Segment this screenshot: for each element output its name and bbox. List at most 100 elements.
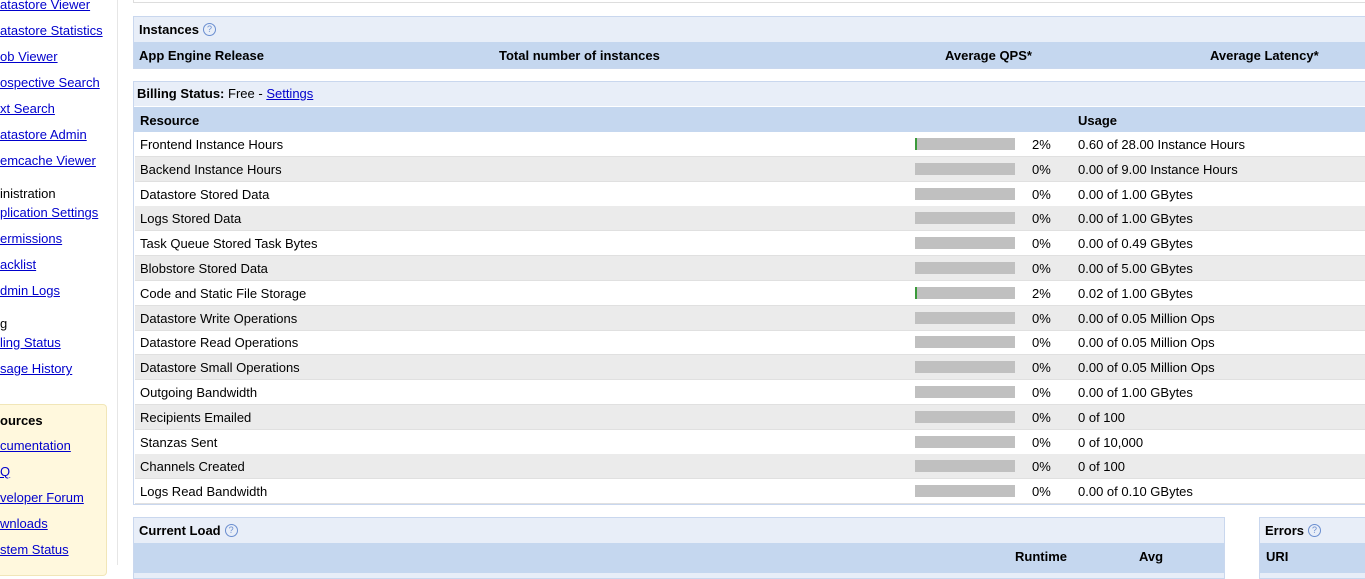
sidebar-link-prospective-search[interactable]: ospective Search (0, 75, 100, 90)
billing-row: Backend Instance Hours 0% 0.00 of 9.00 I… (135, 156, 1365, 182)
resource-name: Channels Created (140, 459, 245, 475)
usage-percent: 0% (1032, 161, 1051, 177)
resource-name: Datastore Write Operations (140, 310, 298, 326)
usage-percent: 0% (1032, 211, 1051, 227)
billing-row: Blobstore Stored Data 0% 0.00 of 5.00 GB… (135, 256, 1365, 281)
sidebar-link-blacklist[interactable]: acklist (0, 257, 36, 272)
resource-name: Logs Read Bandwidth (140, 484, 268, 500)
sidebar-link-billing-status[interactable]: ling Status (0, 335, 61, 350)
sidebar-link-application-settings[interactable]: plication Settings (0, 205, 98, 220)
resource-name: Task Queue Stored Task Bytes (140, 236, 318, 252)
sidebar-link-datastore-viewer[interactable]: atastore Viewer (0, 0, 90, 12)
resources-heading: ources (0, 413, 43, 428)
current-load-header-row: Runtime Avg (134, 543, 1224, 573)
sidebar: atastore Viewer atastore Statistics ob V… (0, 0, 118, 576)
resource-name: Backend Instance Hours (140, 161, 282, 177)
instances-panel: Instances? App Engine Release Total numb… (133, 16, 1365, 69)
usage-value: 0 of 100 (1078, 409, 1125, 425)
sidebar-link-datastore-admin[interactable]: atastore Admin (0, 127, 87, 142)
billing-row: Datastore Stored Data 0% 0.00 of 1.00 GB… (135, 182, 1365, 207)
usage-percent: 0% (1032, 434, 1051, 450)
sidebar-heading-billing: g (0, 316, 8, 331)
sidebar-link-system-status[interactable]: stem Status (0, 542, 69, 557)
sidebar-link-memcache-viewer[interactable]: emcache Viewer (0, 153, 96, 168)
sidebar-link-developer-forum[interactable]: veloper Forum (0, 490, 84, 505)
billing-row: Code and Static File Storage 2% 0.02 of … (135, 281, 1365, 306)
sidebar-link-documentation[interactable]: cumentation (0, 438, 71, 453)
resource-name: Code and Static File Storage (140, 285, 307, 301)
usage-percent: 0% (1032, 186, 1051, 202)
usage-value: 0.00 of 1.00 GBytes (1078, 186, 1193, 202)
resource-name: Datastore Stored Data (140, 186, 270, 202)
usage-value: 0.00 of 0.10 GBytes (1078, 484, 1193, 500)
usage-value: 0.60 of 28.00 Instance Hours (1078, 137, 1245, 152)
usage-value: 0.00 of 0.05 Million Ops (1078, 360, 1215, 376)
current-load-panel: Current Load? Runtime Avg (133, 517, 1225, 579)
billing-row: Recipients Emailed 0% 0 of 100 (135, 404, 1365, 430)
billing-status-label: Billing Status: (137, 86, 225, 101)
col-uri: URI (1266, 549, 1289, 564)
billing-row: Logs Read Bandwidth 0% 0.00 of 0.10 GByt… (135, 479, 1365, 505)
usage-bar (915, 386, 1015, 398)
usage-bar (915, 138, 1015, 150)
help-icon[interactable]: ? (224, 524, 238, 537)
current-load-title-text: Current Load (139, 523, 221, 538)
resource-name: Frontend Instance Hours (140, 137, 284, 152)
errors-header-row: URI (1260, 543, 1365, 573)
usage-bar (915, 485, 1015, 498)
sidebar-link-usage-history[interactable]: sage History (0, 361, 72, 376)
usage-value: 0.00 of 1.00 GBytes (1078, 211, 1193, 227)
usage-value: 0 of 100 (1078, 459, 1125, 475)
usage-bar (915, 460, 1015, 473)
col-average-latency: Average Latency* (1210, 48, 1319, 63)
resource-name: Logs Stored Data (140, 211, 242, 227)
usage-bar-fill (915, 286, 917, 299)
col-app-engine-release: App Engine Release (139, 48, 264, 63)
sidebar-link-job-viewer[interactable]: ob Viewer (0, 49, 58, 64)
resource-name: Blobstore Stored Data (140, 261, 268, 276)
usage-bar (915, 435, 1015, 448)
usage-bar (915, 262, 1015, 274)
usage-percent: 0% (1032, 484, 1051, 500)
usage-bar (915, 361, 1015, 374)
billing-settings-link[interactable]: Settings (266, 86, 313, 101)
sidebar-link-permissions[interactable]: ermissions (0, 231, 62, 246)
billing-row: Datastore Write Operations 0% 0.00 of 0.… (135, 305, 1365, 331)
billing-row: Outgoing Bandwidth 0% 0.00 of 1.00 GByte… (135, 380, 1365, 405)
usage-bar-fill (915, 138, 917, 150)
sidebar-link-datastore-statistics[interactable]: atastore Statistics (0, 23, 103, 38)
instances-header-row: App Engine Release Total number of insta… (134, 42, 1365, 68)
help-icon[interactable]: ? (202, 23, 216, 36)
usage-bar (915, 286, 1015, 299)
col-average-qps: Average QPS* (945, 48, 1032, 63)
usage-bar (915, 311, 1015, 324)
resource-name: Datastore Small Operations (140, 360, 300, 376)
sidebar-link-downloads[interactable]: wnloads (0, 516, 48, 531)
billing-row: Stanzas Sent 0% 0 of 10,000 (135, 430, 1365, 455)
billing-header-row: Resource Usage (134, 107, 1365, 132)
col-total-instances: Total number of instances (499, 48, 660, 63)
sidebar-link-text-search[interactable]: xt Search (0, 101, 55, 116)
usage-percent: 0% (1032, 409, 1051, 425)
help-icon[interactable]: ? (1308, 524, 1322, 537)
usage-percent: 2% (1032, 137, 1051, 152)
billing-row: Task Queue Stored Task Bytes 0% 0.00 of … (135, 231, 1365, 257)
usage-percent: 0% (1032, 459, 1051, 475)
sidebar-link-faq[interactable]: Q (0, 464, 10, 479)
usage-value: 0.00 of 0.05 Million Ops (1078, 335, 1215, 351)
top-panel-edge (133, 0, 1365, 3)
usage-percent: 0% (1032, 236, 1051, 252)
usage-value: 0.00 of 1.00 GBytes (1078, 385, 1193, 400)
resources-box: ources cumentation Q veloper Forum wnloa… (0, 404, 107, 576)
resource-name: Outgoing Bandwidth (140, 385, 258, 400)
col-resource: Resource (140, 113, 200, 128)
current-load-title: Current Load? (139, 523, 238, 538)
billing-status-bar: Billing Status: Free - Settings (134, 82, 1365, 106)
usage-value: 0.02 of 1.00 GBytes (1078, 285, 1193, 301)
sidebar-link-admin-logs[interactable]: dmin Logs (0, 283, 60, 298)
usage-bar (915, 237, 1015, 250)
billing-row: Datastore Small Operations 0% 0.00 of 0.… (135, 355, 1365, 381)
col-usage: Usage (1078, 113, 1118, 128)
usage-value: 0.00 of 0.05 Million Ops (1078, 310, 1215, 326)
usage-value: 0.00 of 5.00 GBytes (1078, 261, 1193, 276)
